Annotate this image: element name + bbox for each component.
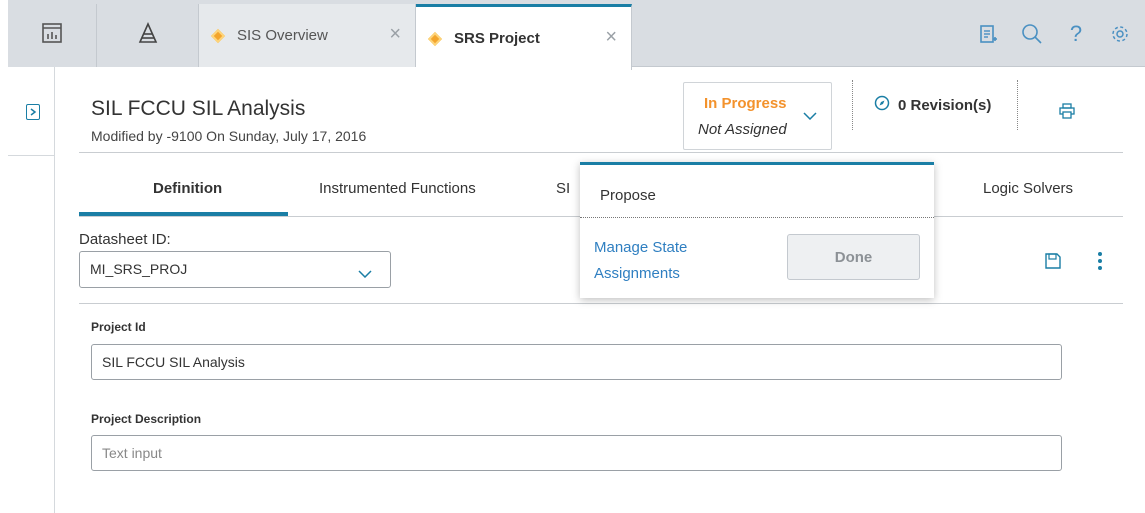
tab-sis-overview[interactable]: SIS Overview × (199, 4, 416, 67)
datasheet-select[interactable]: MI_SRS_PROJ (79, 251, 391, 288)
dashboard-icon (41, 22, 63, 49)
divider (852, 80, 853, 130)
header-divider (79, 152, 1123, 153)
status-label: In Progress (704, 95, 787, 112)
assignee-label: Not Assigned (698, 121, 787, 138)
expand-panel-button[interactable] (26, 104, 40, 120)
close-icon[interactable]: × (605, 27, 617, 47)
done-button[interactable]: Done (787, 234, 920, 280)
rail-divider (8, 155, 55, 156)
tab-sis-overview-label: SIS Overview (237, 27, 328, 44)
dashboard-button[interactable] (8, 4, 97, 67)
more-options-icon[interactable] (1098, 252, 1102, 270)
tab-si[interactable]: SI (556, 180, 570, 197)
compass-icon (874, 95, 890, 116)
revisions-button[interactable]: 0 Revision(s) (874, 95, 991, 116)
state-transition-popup: Propose Manage State Assignments Done (580, 162, 934, 298)
propose-option[interactable]: Propose (600, 187, 656, 204)
tab-instrumented-functions[interactable]: Instrumented Functions (319, 180, 476, 197)
help-icon[interactable]: ? (1065, 21, 1087, 46)
home-button[interactable] (97, 4, 199, 67)
manage-state-assignments-link[interactable]: Manage State Assignments (594, 235, 744, 287)
popup-divider (580, 217, 934, 218)
left-rail (8, 67, 55, 513)
tab-definition[interactable]: Definition (153, 180, 222, 197)
chevron-right-icon (29, 103, 37, 121)
diamond-icon (210, 28, 226, 43)
settings-icon[interactable] (1109, 22, 1131, 46)
pyramid-icon (137, 22, 159, 49)
print-icon[interactable] (1059, 103, 1075, 124)
revisions-label: 0 Revision(s) (898, 97, 992, 114)
left-strip (0, 0, 8, 67)
top-icons: ? (977, 21, 1131, 46)
project-id-label: Project Id (91, 320, 146, 334)
close-icon[interactable]: × (389, 24, 401, 44)
tab-srs-project-label: SRS Project (454, 30, 540, 47)
chevron-down-icon (803, 107, 817, 125)
project-description-field[interactable]: Text input (91, 435, 1062, 471)
tab-srs-project[interactable]: SRS Project × (416, 4, 632, 70)
datasheet-divider (79, 303, 1123, 304)
chevron-down-icon (358, 265, 372, 283)
project-description-label: Project Description (91, 412, 202, 426)
divider (1017, 80, 1018, 130)
save-icon[interactable] (1045, 253, 1061, 274)
datasheet-value: MI_SRS_PROJ (90, 261, 188, 277)
search-icon[interactable] (1021, 22, 1043, 46)
state-dropdown[interactable]: In Progress Not Assigned (683, 82, 832, 150)
tab-logic-solvers[interactable]: Logic Solvers (983, 180, 1073, 197)
page-title: SIL FCCU SIL Analysis (91, 97, 306, 120)
top-tab-bar: SIS Overview × SRS Project × ? (0, 0, 1145, 70)
datasheet-label: Datasheet ID: (79, 231, 171, 248)
diamond-icon (427, 31, 443, 46)
clipboard-add-icon[interactable] (977, 22, 999, 46)
project-id-field[interactable]: SIL FCCU SIL Analysis (91, 344, 1062, 380)
page-subtitle: Modified by -9100 On Sunday, July 17, 20… (91, 128, 367, 144)
